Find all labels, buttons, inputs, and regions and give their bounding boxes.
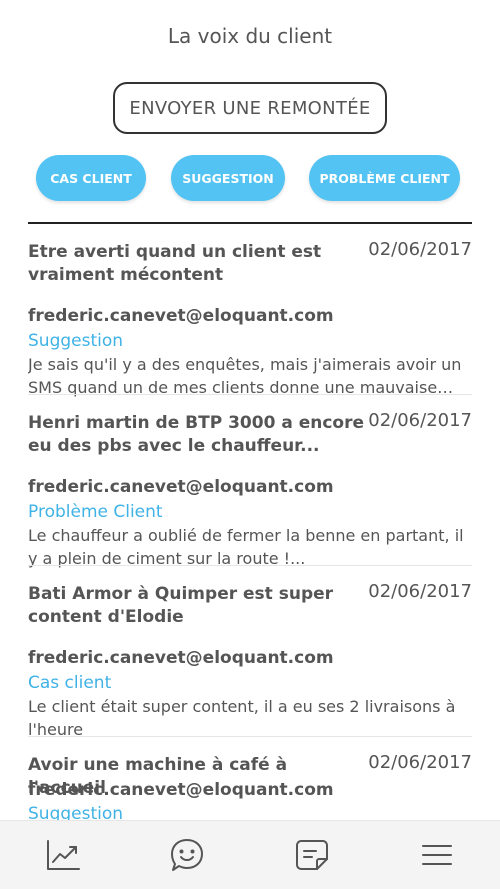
chat-smile-icon[interactable] bbox=[167, 835, 207, 875]
feedback-list[interactable]: Etre averti quand un client est vraiment… bbox=[0, 224, 500, 820]
entry-title: Etre averti quand un client est vraiment… bbox=[28, 242, 322, 285]
entry-description: Le client était super content, il a eu s… bbox=[28, 697, 456, 739]
entry-separator bbox=[28, 565, 472, 566]
filter-suggestion-button[interactable]: SUGGESTION bbox=[171, 155, 285, 201]
entry-author-email: frederic.canevet@eloquant.com bbox=[28, 477, 334, 497]
bottom-navigation bbox=[0, 820, 500, 889]
chart-icon[interactable] bbox=[43, 835, 83, 875]
entry-category: Problème Client bbox=[28, 502, 163, 522]
entry-author-email: frederic.canevet@eloquant.com bbox=[28, 780, 334, 800]
entry-category: Suggestion bbox=[28, 331, 124, 351]
entry-date: 02/06/2017 bbox=[368, 752, 472, 773]
note-icon[interactable] bbox=[292, 835, 332, 875]
entry-title: Henri martin de BTP 3000 a encore eu des… bbox=[28, 413, 365, 456]
entry-description: Je sais qu'il y a des enquêtes, mais j'a… bbox=[28, 355, 462, 397]
submit-feedback-button[interactable]: ENVOYER UNE REMONTÉE bbox=[113, 82, 387, 134]
menu-icon[interactable] bbox=[417, 835, 457, 875]
entry-separator bbox=[28, 736, 472, 737]
entry-date: 02/06/2017 bbox=[368, 239, 472, 260]
entry-author-email: frederic.canevet@eloquant.com bbox=[28, 648, 334, 668]
entry-date: 02/06/2017 bbox=[368, 410, 472, 431]
entry-category: Suggestion bbox=[28, 804, 124, 820]
entry-description: Le chauffeur a oublié de fermer la benne… bbox=[28, 526, 464, 568]
entry-title: Bati Armor à Quimper est super content d… bbox=[28, 584, 334, 627]
entry-category: Cas client bbox=[28, 673, 112, 693]
list-item[interactable]: Avoir une machine à café à l'accueil 02/… bbox=[28, 752, 472, 820]
list-item[interactable]: Etre averti quand un client est vraiment… bbox=[28, 239, 472, 397]
filter-cas-client-button[interactable]: CAS CLIENT bbox=[36, 155, 146, 201]
entry-separator bbox=[28, 394, 472, 395]
filter-probleme-client-button[interactable]: PROBLÈME CLIENT bbox=[309, 155, 460, 201]
entry-author-email: frederic.canevet@eloquant.com bbox=[28, 306, 334, 326]
entry-date: 02/06/2017 bbox=[368, 581, 472, 602]
list-item[interactable]: Henri martin de BTP 3000 a encore eu des… bbox=[28, 410, 472, 568]
page-title: La voix du client bbox=[167, 24, 333, 48]
list-item[interactable]: Bati Armor à Quimper est super content d… bbox=[28, 581, 472, 739]
